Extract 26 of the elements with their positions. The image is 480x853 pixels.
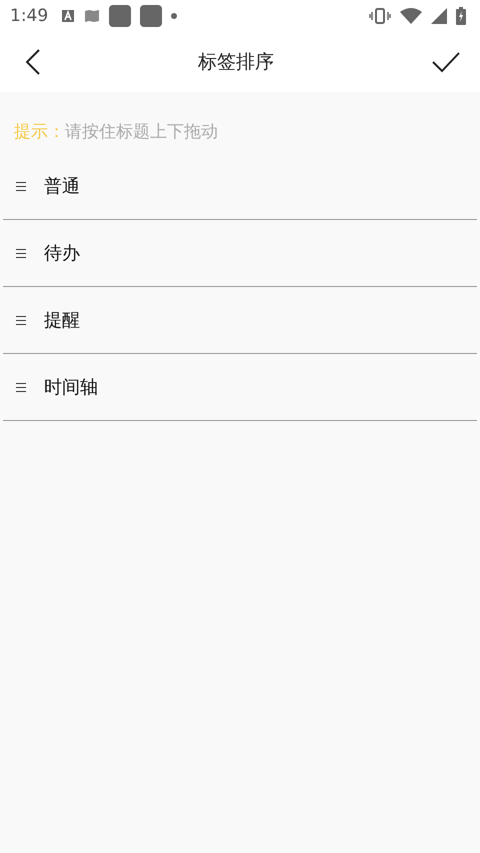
battery-icon [456, 7, 466, 25]
tag-row[interactable]: 提醒 [3, 287, 477, 354]
back-button[interactable] [24, 47, 42, 77]
drag-handle-icon [16, 182, 26, 190]
vibrate-icon [369, 8, 391, 24]
tag-label: 提醒 [44, 309, 80, 332]
notification-icon [61, 9, 76, 23]
tag-label: 待办 [44, 242, 80, 265]
app-icon [109, 5, 132, 27]
hint-label: 提示： [14, 122, 65, 142]
status-time: 1:49 [10, 6, 48, 26]
tag-row[interactable]: 普通 [3, 153, 477, 220]
drag-handle-icon [16, 316, 26, 324]
drag-handle-icon [16, 248, 26, 258]
page-title: 标签排序 [198, 50, 274, 75]
signal-icon [431, 8, 447, 24]
drag-handle-icon [16, 382, 26, 392]
dot-icon [171, 13, 178, 19]
hint-text: 请按住标题上下拖动 [65, 122, 218, 142]
tag-row[interactable]: 待办 [3, 220, 477, 287]
tag-label: 普通 [44, 175, 80, 198]
tag-label: 时间轴 [44, 376, 98, 399]
wifi-icon [400, 8, 422, 24]
map-icon [84, 9, 100, 23]
app-icon [140, 5, 162, 27]
tag-row[interactable]: 时间轴 [3, 354, 477, 421]
